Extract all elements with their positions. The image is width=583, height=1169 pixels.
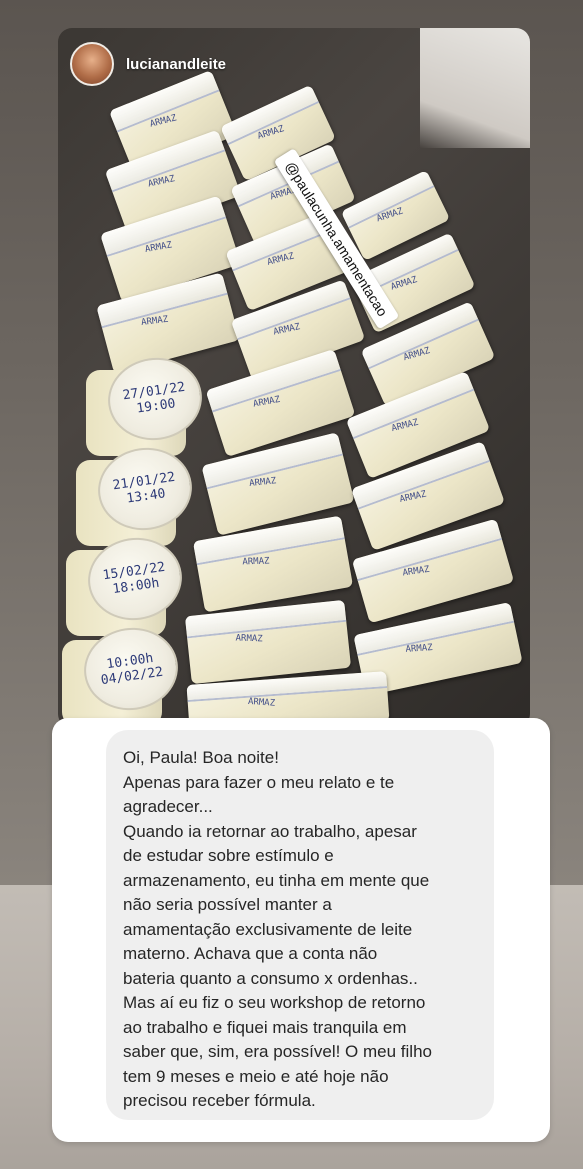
milk-storage-photo: 27/01/22 19:00 21/01/22 13:40 15/02/22 1… [58,69,530,728]
story-header: lucianandleite [70,42,226,86]
message-line: agradecer... [123,797,213,816]
message-line: Apenas para fazer o meu relato e te [123,772,395,792]
story-username[interactable]: lucianandleite [126,56,226,73]
story-photo: 27/01/22 19:00 21/01/22 13:40 15/02/22 1… [58,28,530,728]
message-line: não seria possível manter a [123,895,332,914]
message-line: Oi, Paula! Boa noite! [123,748,279,767]
message-line: Quando ia retornar ao trabalho, apesar [123,821,417,841]
message-line: amamentação exclusivamente de leite [123,919,413,939]
message-line: precisou receber fórmula. [123,1091,316,1110]
message-line: bateria quanto a consumo x ordenhas.. [123,968,418,988]
message-line: materno. Achava que a conta não [123,944,378,963]
message-line: armazenamento, eu tinha em mente que [123,870,430,890]
message-screenshot-card: Oi, Paula! Boa noite! Apenas para fazer … [52,718,550,1142]
message-bubble: Oi, Paula! Boa noite! Apenas para fazer … [106,730,494,1120]
message-line: tem 9 meses e meio e até hoje não [123,1066,389,1086]
message-line: Mas aí eu fiz o seu workshop de retorno [123,993,426,1012]
milk-jar: 10:00h 04/02/22 [62,621,184,728]
milk-jar: 15/02/22 18:00h [66,531,188,638]
milk-bag [184,599,352,685]
avatar[interactable] [70,42,114,86]
message-line: saber que, sim, era possível! O meu filh… [123,1042,432,1061]
message-line: de estudar sobre estímulo e [123,846,334,865]
milk-jar: 21/01/22 13:40 [76,441,198,548]
milk-jar: 27/01/22 19:00 [86,351,208,458]
message-line: ao trabalho e fiquei mais tranquila em [123,1017,407,1037]
